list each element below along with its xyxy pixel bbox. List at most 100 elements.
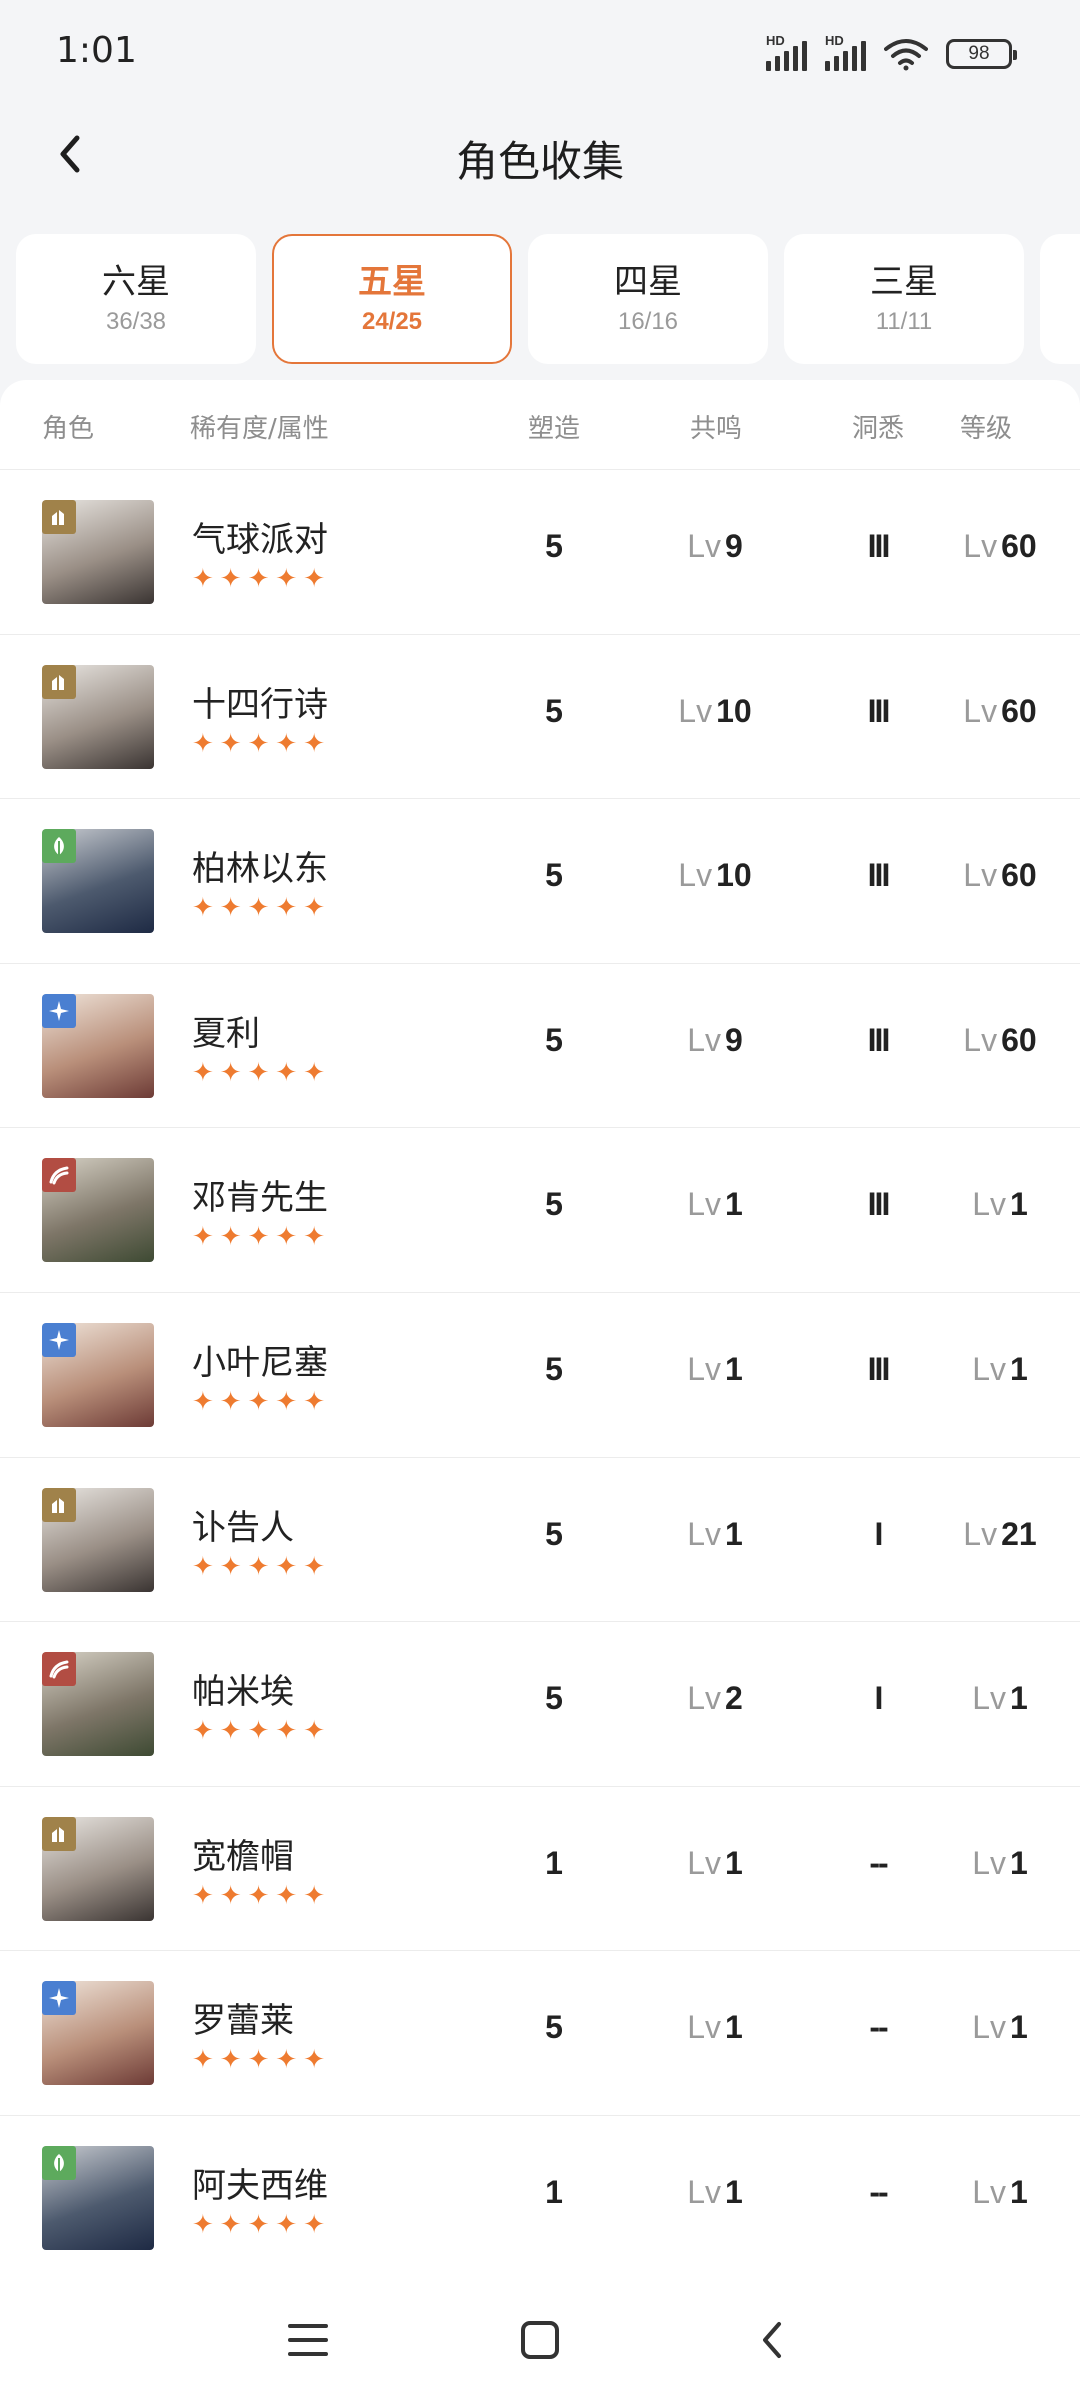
character-list-panel: 角色 稀有度/属性 塑造 共鸣 洞悉 等级 气球派对 ✦ ✦ ✦ ✦ ✦ 5 Lv 9 III Lv… — [0, 380, 1080, 2270]
beast-element-icon — [42, 500, 76, 534]
level-value: Lv 1 — [940, 1845, 1060, 1882]
star-icon: ✦ — [275, 1057, 298, 1088]
character-row[interactable]: 气球派对 ✦ ✦ ✦ ✦ ✦ 5 Lv 9 III Lv 60 — [0, 470, 1080, 635]
insight-value: -- — [869, 2009, 888, 2046]
resonance-level: 1 — [725, 1350, 743, 1387]
rarity-stars: ✦ ✦ ✦ ✦ ✦ — [192, 895, 325, 921]
star-icon: ✦ — [219, 893, 242, 924]
signal-icon: HD — [766, 33, 807, 71]
insight-value: -- — [869, 1844, 888, 1881]
star-icon: ✦ — [219, 1880, 242, 1911]
tab-label: 六星 — [102, 261, 170, 302]
tab-five-star[interactable]: 五星 24/25 — [272, 234, 512, 364]
character-portrait — [42, 2145, 154, 2250]
character-row[interactable]: 十四行诗 ✦ ✦ ✦ ✦ ✦ 5 Lv 10 III Lv 60 — [0, 635, 1080, 800]
star-icon: ✦ — [247, 1551, 270, 1582]
menu-button[interactable] — [278, 2310, 338, 2370]
character-name: 十四行诗 — [192, 684, 328, 725]
tab-more[interactable] — [1040, 234, 1080, 364]
character-level: 60 — [1001, 692, 1037, 729]
star-icon: ✦ — [219, 2045, 242, 2076]
shape-value: 5 — [545, 692, 563, 729]
resonance-value: Lv 10 — [640, 857, 790, 894]
hd-label-2: HD — [825, 33, 844, 48]
shape-value: 5 — [545, 1515, 563, 1552]
resonance-level: 1 — [725, 1186, 743, 1223]
col-insight: 洞悉 — [852, 414, 905, 444]
character-level: 1 — [1010, 1680, 1028, 1717]
level-value: Lv 1 — [940, 1186, 1060, 1223]
star-icon: ✦ — [275, 1716, 298, 1747]
beast-element-icon — [42, 1487, 76, 1522]
character-row[interactable]: 柏林以东 ✦ ✦ ✦ ✦ ✦ 5 Lv 10 III Lv 60 — [0, 799, 1080, 964]
star-icon: ✦ — [275, 2209, 298, 2240]
rarity-stars: ✦ ✦ ✦ ✦ ✦ — [192, 1554, 325, 1580]
shape-value: 5 — [545, 1186, 563, 1223]
tab-four-star[interactable]: 四星 16/16 — [528, 234, 768, 364]
star-element-icon — [42, 1322, 76, 1357]
character-portrait — [42, 664, 154, 769]
insight-value: III — [867, 1186, 891, 1223]
col-role: 角色 — [42, 414, 95, 444]
home-button[interactable] — [510, 2310, 570, 2370]
shape-value: 5 — [545, 528, 563, 564]
character-row[interactable]: 小叶尼塞 ✦ ✦ ✦ ✦ ✦ 5 Lv 1 III Lv 1 — [0, 1293, 1080, 1458]
star-icon: ✦ — [192, 2209, 214, 2240]
star-icon: ✦ — [303, 2045, 325, 2076]
rarity-stars: ✦ ✦ ✦ ✦ ✦ — [192, 566, 325, 592]
rarity-stars: ✦ ✦ ✦ ✦ ✦ — [192, 1224, 325, 1250]
shape-value: 1 — [545, 1844, 563, 1881]
character-portrait — [42, 1816, 154, 1921]
star-icon: ✦ — [219, 1386, 242, 1417]
insight-value: I — [874, 1515, 884, 1552]
star-icon: ✦ — [303, 2209, 325, 2240]
character-portrait — [42, 1322, 154, 1427]
star-icon: ✦ — [247, 564, 270, 594]
character-name: 夏利 — [192, 1013, 260, 1054]
resonance-level: 1 — [725, 2173, 743, 2210]
lv-prefix: Lv — [687, 1021, 721, 1058]
tab-six-star[interactable]: 六星 36/38 — [16, 234, 256, 364]
character-row[interactable]: 阿夫西维 ✦ ✦ ✦ ✦ ✦ 1 Lv 1 -- Lv 1 — [0, 2116, 1080, 2270]
insight-value: III — [867, 1350, 891, 1387]
resonance-level: 1 — [725, 1844, 743, 1881]
level-value: Lv 1 — [940, 1351, 1060, 1388]
star-icon: ✦ — [219, 1222, 242, 1253]
tab-count: 24/25 — [361, 308, 423, 336]
rarity-stars: ✦ ✦ ✦ ✦ ✦ — [192, 1060, 325, 1086]
star-icon: ✦ — [303, 728, 325, 759]
character-level: 60 — [1001, 528, 1037, 564]
star-icon: ✦ — [192, 1222, 214, 1253]
character-portrait — [42, 993, 154, 1098]
character-portrait — [42, 1158, 154, 1263]
character-row[interactable]: 邓肯先生 ✦ ✦ ✦ ✦ ✦ 5 Lv 1 III Lv 1 — [0, 1128, 1080, 1293]
resonance-value: Lv 1 — [640, 1516, 790, 1553]
level-value: Lv 60 — [940, 1022, 1060, 1059]
star-icon: ✦ — [192, 1880, 214, 1911]
status-time: 1:01 — [56, 30, 137, 71]
character-portrait — [42, 1981, 154, 2086]
star-icon: ✦ — [303, 1386, 325, 1417]
star-icon: ✦ — [275, 1386, 298, 1417]
character-name: 讣告人 — [192, 1507, 294, 1548]
lv-prefix: Lv — [678, 692, 713, 729]
character-level: 60 — [1001, 1021, 1037, 1058]
beast-element-icon — [42, 1816, 76, 1851]
character-row[interactable]: 帕米埃 ✦ ✦ ✦ ✦ ✦ 5 Lv 2 I Lv 1 — [0, 1622, 1080, 1787]
rarity-stars: ✦ ✦ ✦ ✦ ✦ — [192, 1883, 325, 1909]
character-row[interactable]: 宽檐帽 ✦ ✦ ✦ ✦ ✦ 1 Lv 1 -- Lv 1 — [0, 1787, 1080, 1952]
tab-count: 36/38 — [105, 308, 167, 336]
star-icon: ✦ — [303, 1222, 325, 1253]
resonance-value: Lv 1 — [640, 2009, 790, 2046]
star-icon: ✦ — [275, 2045, 298, 2076]
character-row[interactable]: 罗蕾莱 ✦ ✦ ✦ ✦ ✦ 5 Lv 1 -- Lv 1 — [0, 1951, 1080, 2116]
mineral-element-icon — [42, 1652, 76, 1687]
character-row[interactable]: 讣告人 ✦ ✦ ✦ ✦ ✦ 5 Lv 1 I Lv 21 — [0, 1458, 1080, 1623]
tab-three-star[interactable]: 三星 11/11 — [784, 234, 1024, 364]
nav-back-button[interactable] — [742, 2310, 802, 2370]
character-row[interactable]: 夏利 ✦ ✦ ✦ ✦ ✦ 5 Lv 9 III Lv 60 — [0, 964, 1080, 1129]
lv-prefix: Lv — [972, 2173, 1006, 2210]
level-value: Lv 1 — [940, 2009, 1060, 2046]
star-icon: ✦ — [247, 1222, 270, 1253]
insight-value: -- — [869, 2173, 888, 2210]
